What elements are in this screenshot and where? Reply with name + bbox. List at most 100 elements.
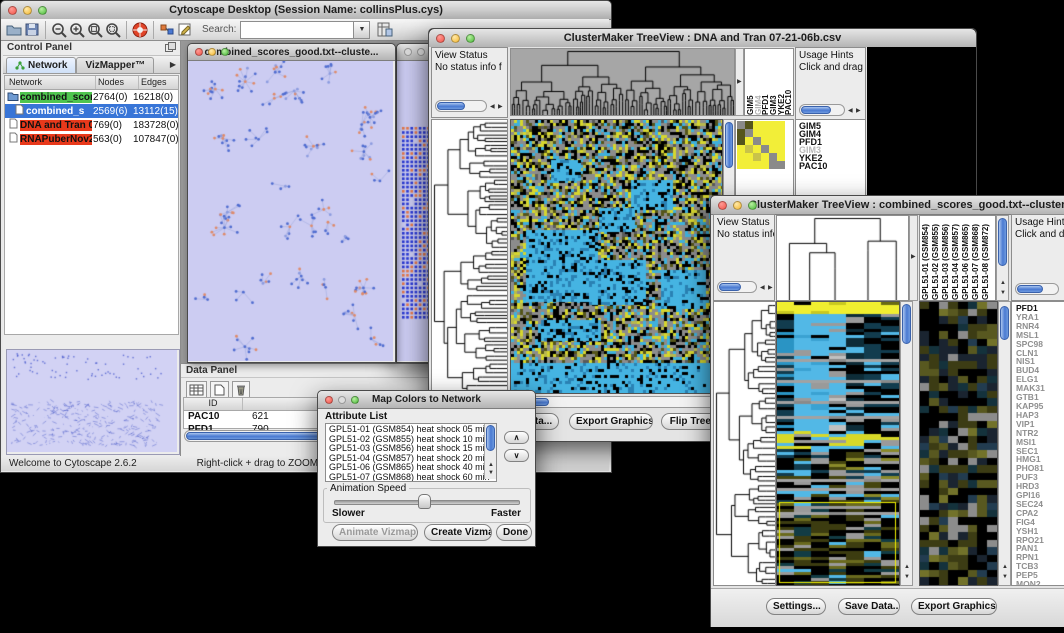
gene-label[interactable]: PAC10 [799,162,865,170]
attribute-list-item[interactable]: GPL51-02 (GSM855) heat shock 10 min [329,435,496,445]
overview-matrix[interactable] [737,121,785,169]
main-title-bar[interactable]: Cytoscape Desktop (Session Name: collins… [1,1,611,20]
gene-list-vscrollbar[interactable]: ▲ ▼ [998,301,1011,586]
zoom-out-icon[interactable] [50,21,68,38]
matrix-cell[interactable] [769,129,777,137]
zoom-button[interactable] [748,201,757,210]
matrix-cell[interactable] [737,145,745,153]
close-button[interactable] [404,48,412,56]
col-header-network[interactable]: Network [5,76,96,89]
close-button[interactable] [718,201,727,210]
matrix-cell[interactable] [777,145,785,153]
usage-hints-scrollbar[interactable] [1015,283,1059,295]
scroll-down-arrow[interactable]: ▼ [904,574,910,580]
row-dendrogram-canvas[interactable] [714,302,775,585]
matrix-cell[interactable] [769,153,777,161]
column-label[interactable]: GPL51-02 (GSM855) [932,218,942,300]
col-header-id[interactable]: ID [184,398,243,410]
move-down-button[interactable]: ∨ [504,449,529,462]
row-dendrogram-canvas[interactable] [432,120,507,393]
float-panel-icon[interactable] [165,39,176,57]
minimize-button[interactable] [23,6,32,15]
attribute-list-item[interactable]: GPL51-07 (GSM868) heat shock 60 min [329,473,496,482]
matrix-cell[interactable] [761,121,769,129]
matrix-cell[interactable] [761,137,769,145]
create-vizmap-button[interactable]: Create Vizmap [424,524,492,541]
settings-button[interactable]: Settings... [766,598,826,615]
treeview2-title-bar[interactable]: ClusterMaker TreeView : combined_scores_… [711,196,1064,215]
network-tree-row[interactable]: DNA and Tran 07769(0)183728(0) [5,118,178,132]
usage-hints-scrollbar[interactable] [799,104,845,116]
zoom-fit-icon[interactable] [86,21,104,38]
birdseye-canvas[interactable] [7,350,177,452]
attribute-list-item[interactable]: GPL51-03 (GSM856) heat shock 15 min [329,444,496,454]
minimize-button[interactable] [417,48,425,56]
animate-vizmap-button[interactable]: Animate Vizmap [332,524,418,541]
matrix-cell[interactable] [777,161,785,169]
minimize-button[interactable] [733,201,742,210]
scroll-left-arrow[interactable]: ◀ [848,108,853,114]
column-label[interactable]: GPL51-07 (GSM868) [972,218,982,300]
col-header-edges[interactable]: Edges [139,76,178,89]
export-graphics-button[interactable]: Export Graphics... [911,598,997,615]
scroll-right-arrow[interactable]: ▶ [498,104,503,110]
scroll-left-arrow[interactable]: ◀ [760,285,765,291]
close-button[interactable] [325,396,333,404]
matrix-cell[interactable] [777,153,785,161]
attribute-list-item[interactable]: GPL51-01 (GSM854) heat shock 05 min [329,425,496,435]
heatmap-vscrollbar[interactable]: ▲ ▼ [900,301,913,586]
search-dropdown-button[interactable]: ▼ [354,21,370,39]
column-labels-vscrollbar[interactable]: ▲ ▼ [996,215,1009,301]
column-label[interactable]: GPL51-08 (GSM872) [982,218,992,300]
save-data-button[interactable]: Save Data... [838,598,900,615]
overview-heatmap-canvas[interactable] [920,302,997,585]
scroll-up-arrow[interactable]: ▲ [1002,564,1008,570]
close-button[interactable] [8,6,17,15]
zoom-button[interactable] [466,34,475,43]
matrix-cell[interactable] [769,137,777,145]
scroll-down-arrow[interactable]: ▼ [1002,574,1008,580]
matrix-cell[interactable] [753,161,761,169]
scroll-right-arrow[interactable]: ▶ [768,285,773,291]
matrix-cell[interactable] [777,121,785,129]
scroll-up-arrow[interactable]: ▲ [904,564,910,570]
tab-overflow-arrow[interactable]: ▶ [170,60,176,69]
network-view-title-bar[interactable]: combined_scores_good.txt--cluste... [188,44,395,61]
attribute-list-item[interactable]: GPL51-04 (GSM857) heat shock 20 min [329,454,496,464]
column-label[interactable]: PAC10 [785,55,793,115]
matrix-cell[interactable] [737,137,745,145]
attribute-list-item[interactable]: GPL51-06 (GSM865) heat shock 40 min [329,463,496,473]
matrix-cell[interactable] [745,129,753,137]
matrix-cell[interactable] [777,129,785,137]
close-button[interactable] [195,48,203,56]
matrix-cell[interactable] [753,129,761,137]
column-label[interactable]: GPL51-01 (GSM854) [922,218,932,300]
scroll-up-arrow[interactable]: ▲ [1000,280,1006,286]
matrix-cell[interactable] [745,137,753,145]
network-tree-row[interactable]: combined_scores2764(0)16218(0) [5,90,178,104]
heatmap-canvas[interactable] [777,302,899,585]
network-tree-row[interactable]: combined_sco2569(6)13112(15) [5,104,178,118]
expand-arrow[interactable]: ▶ [911,254,916,260]
column-dendrogram-canvas[interactable] [511,49,734,115]
network-canvas[interactable] [188,61,393,361]
matrix-cell[interactable] [769,161,777,169]
column-label[interactable]: GIM3 [770,55,778,115]
column-label[interactable]: GPL51-03 (GSM856) [942,218,952,300]
matrix-cell[interactable] [761,161,769,169]
matrix-cell[interactable] [745,153,753,161]
scroll-down-arrow[interactable]: ▼ [1000,290,1006,296]
treeview1-title-bar[interactable]: ClusterMaker TreeView : DNA and Tran 07-… [429,29,976,48]
zoom-selected-icon[interactable] [104,21,122,38]
column-label[interactable]: PFD1 [762,55,770,115]
attribute-listbox[interactable]: GPL51-01 (GSM854) heat shock 05 minGPL51… [325,423,497,482]
zoom-button[interactable] [351,396,359,404]
expand-arrow[interactable]: ▶ [737,79,742,85]
tab-network[interactable]: Network [6,57,76,73]
matrix-cell[interactable] [769,121,777,129]
scroll-down-arrow[interactable]: ▼ [488,470,494,476]
speed-slider-thumb[interactable] [418,494,431,509]
minimize-button[interactable] [338,396,346,404]
view-status-scrollbar[interactable] [717,281,757,293]
close-button[interactable] [436,34,445,43]
